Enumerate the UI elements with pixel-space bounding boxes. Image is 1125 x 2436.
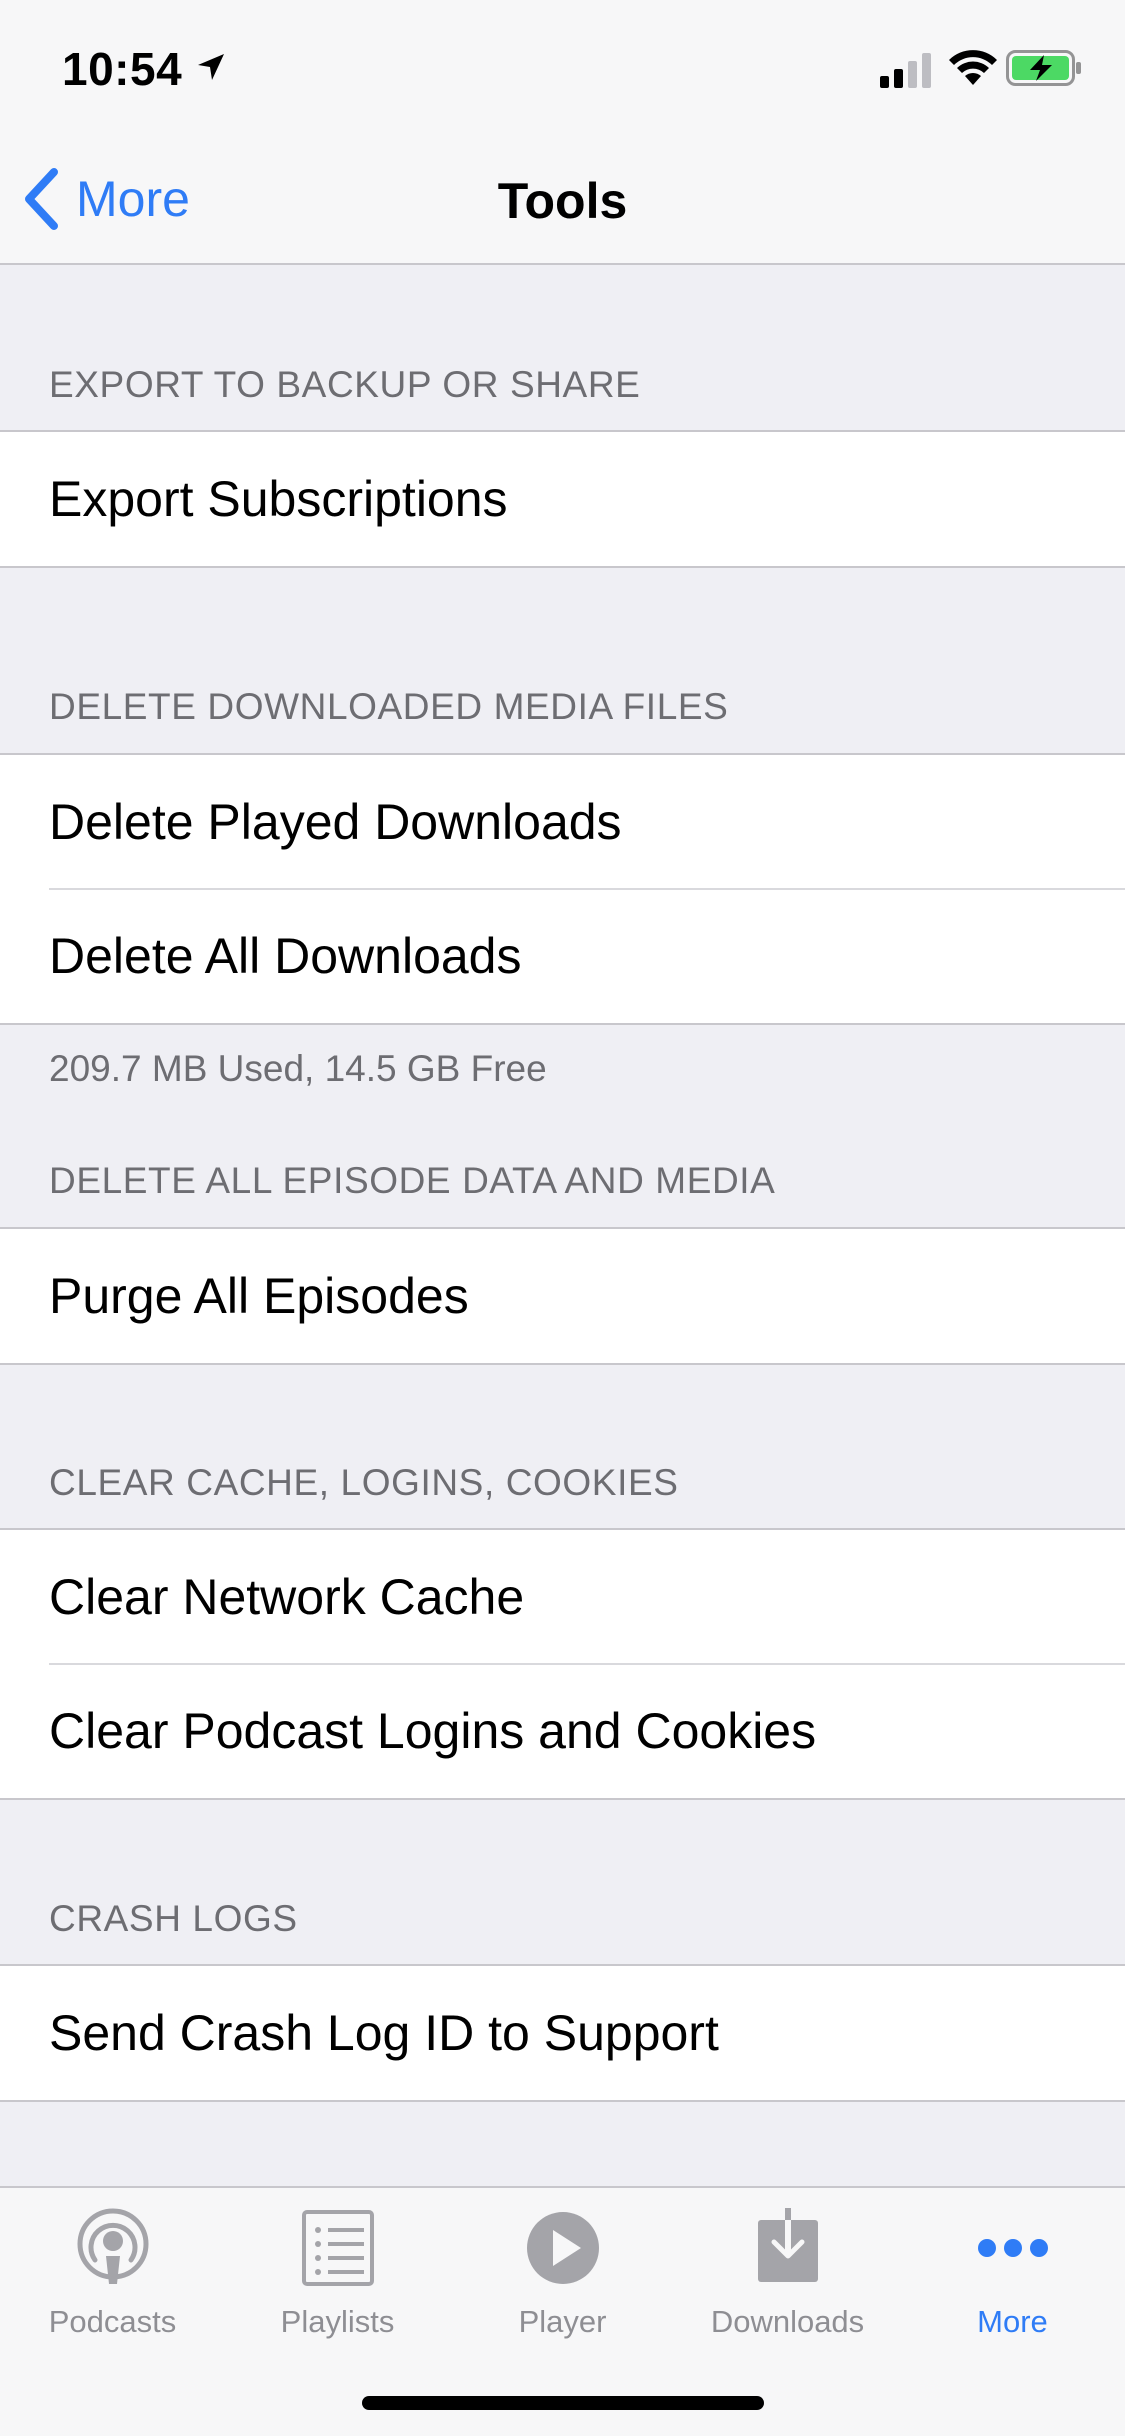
section-header-cache: CLEAR CACHE, LOGINS, COOKIES [49,1462,679,1503]
tab-label: More [977,2304,1048,2339]
cellular-signal-icon [880,53,931,88]
more-icon [977,2239,1048,2257]
group-export: Export Subscriptions [0,430,1125,568]
podcasts-icon [77,2208,148,2284]
tab-playlists[interactable]: Playlists [225,2208,450,2358]
group-crash-logs: Send Crash Log ID to Support [0,1964,1125,2102]
navigation-bar: More Tools [0,132,1125,265]
page-title: Tools [497,173,628,229]
send-crash-log-button[interactable]: Send Crash Log ID to Support [0,1966,1125,2100]
section-header-delete-downloads: DELETE DOWNLOADED MEDIA FILES [49,686,729,727]
tab-more[interactable]: More [900,2208,1125,2358]
row-label: Purge All Episodes [49,1268,469,1324]
row-label: Send Crash Log ID to Support [49,2005,719,2061]
storage-usage-text: 209.7 MB Used, 14.5 GB Free [49,1048,547,1089]
location-arrow-icon [198,54,224,80]
tab-downloads[interactable]: Downloads [675,2208,900,2358]
row-label: Export Subscriptions [49,471,508,527]
tab-label: Downloads [710,2304,865,2339]
tab-podcasts[interactable]: Podcasts [0,2208,225,2358]
clear-network-cache-button[interactable]: Clear Network Cache [0,1530,1125,1664]
status-bar: 10:54 [0,0,1125,132]
group-cache: Clear Network Cache Clear Podcast Logins… [0,1528,1125,1800]
wifi-icon [949,50,997,85]
group-episode-data: Purge All Episodes [0,1227,1125,1365]
home-indicator[interactable] [362,2396,764,2410]
row-label: Delete Played Downloads [49,794,622,850]
purge-all-episodes-button[interactable]: Purge All Episodes [0,1229,1125,1363]
row-label: Clear Network Cache [49,1569,525,1625]
battery-charging-icon [1006,50,1081,86]
delete-played-downloads-button[interactable]: Delete Played Downloads [0,755,1125,889]
playlist-icon [301,2210,374,2286]
screen: 10:54 More Tools EXPORT TO BACKUP OR SHA… [0,0,1125,2436]
section-header-episode-data: DELETE ALL EPISODE DATA AND MEDIA [49,1160,776,1201]
group-delete-downloads: Delete Played Downloads Delete All Downl… [0,753,1125,1025]
tab-player[interactable]: Player [450,2208,675,2358]
delete-all-downloads-button[interactable]: Delete All Downloads [0,888,1125,1023]
tab-label: Playlists [280,2304,395,2339]
export-subscriptions-button[interactable]: Export Subscriptions [0,432,1125,566]
clear-logins-cookies-button[interactable]: Clear Podcast Logins and Cookies [0,1663,1125,1798]
section-header-export: EXPORT TO BACKUP OR SHARE [49,364,641,405]
download-icon [757,2208,818,2282]
section-header-crash-logs: CRASH LOGS [49,1898,298,1939]
row-label: Clear Podcast Logins and Cookies [49,1703,817,1759]
row-label: Delete All Downloads [49,928,522,984]
tab-label: Podcasts [48,2304,177,2339]
play-icon [526,2212,599,2284]
tab-label: Player [518,2304,607,2339]
status-time: 10:54 [62,43,183,95]
